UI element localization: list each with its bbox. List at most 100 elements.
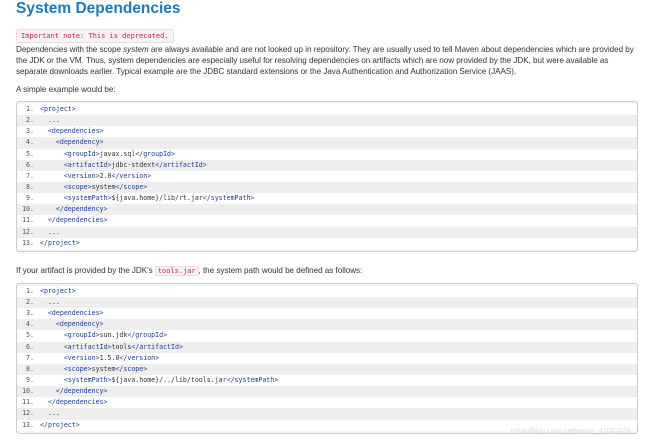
code-open-tag: <artifactId> [63,160,112,169]
description-paragraph: Dependencies with the scope system are a… [16,44,638,77]
line-number: 12. [22,409,34,418]
line-number: 1. [26,105,34,113]
code-line: 2. ... [17,115,637,127]
description-text-start: Dependencies with the scope [16,45,124,54]
code-close-tag: </systemPath> [202,194,255,203]
line-number: 5. [26,149,34,158]
code-close-tag: </scope> [115,182,148,191]
code-line: 11. </dependencies> [17,397,637,409]
code-open-tag: <project> [40,105,76,113]
code-open-tag: <groupId> [63,331,100,340]
example2-intro-end: , the system path would be defined as fo… [198,265,363,275]
example1-intro: A simple example would be: [16,85,116,94]
code-close-tag: </groupId> [127,331,168,340]
line-number: 6. [26,342,34,351]
code-line: 8. <scope>system</scope> [17,363,637,375]
code-open-tag: </project> [40,420,80,429]
code-line: 13. </project> [17,237,637,249]
code-text: 1.5.0 [99,353,120,362]
line-number: 2. [26,297,34,306]
line-number: 13. [22,420,34,429]
code-open-tag: </dependency> [55,205,108,214]
code-line: 12. ... [17,226,637,238]
code-line: 6. <artifactId>tools</artifactId> [17,341,637,353]
code-line: 1. <project> [17,285,637,297]
code-close-tag: </groupId> [135,149,175,158]
code-open-tag: <groupId> [63,149,100,158]
line-number: 6. [26,160,34,169]
code-line: 5. <groupId>javax.sql</groupId> [17,148,637,160]
line-number: 7. [26,171,34,180]
code-text: ... [47,116,60,125]
code-text: system [91,182,116,191]
code-line: 6. <artifactId>jdbc-stdext</artifactId> [17,159,637,171]
code-open-tag: </dependencies> [47,398,108,407]
tools-jar-inline-code: tools.jar [154,265,199,276]
code-open-tag: <version> [63,353,100,362]
code-open-tag: <dependency> [55,320,104,329]
deprecation-note-row: Important note: This is deprecated. [16,25,638,43]
code-line: 3. <dependencies> [17,308,637,320]
line-number: 5. [26,331,34,340]
code-lines-example2: 1. <project> 2. ... 3. <dependencies> 4. <de… [17,285,637,431]
code-open-tag: <scope> [63,364,92,373]
line-number: 8. [26,182,34,191]
code-line: 7. <version>2.0</version> [17,170,637,182]
code-line: 9. <systemPath>${java.home}/../lib/tools… [17,374,637,387]
line-number: 8. [26,364,34,373]
code-open-tag: <systemPath> [63,375,112,384]
line-number: 2. [26,116,34,125]
code-block-example2: 1. <project> 2. ... 3. <dependencies> 4. <de… [16,282,638,434]
line-number: 10. [22,205,34,214]
line-number: 1. [26,286,34,295]
watermark: https://blog.csdn.net/weixin_41063429 [510,428,630,435]
code-close-tag: </systemPath> [226,375,279,384]
code-open-tag: <version> [63,171,100,180]
code-close-tag: </artifactId> [131,342,183,351]
code-open-tag: </dependencies> [47,216,108,225]
line-number: 12. [22,227,34,236]
code-text: javax.sql [99,149,136,158]
code-text: ${java.home}/../lib/tools.jar [111,375,227,384]
line-number: 4. [26,320,34,329]
line-number: 4. [26,138,34,147]
code-line: 10. </dependency> [17,386,637,398]
example2-intro: If your artifact is provided by the JDK'… [16,265,638,277]
code-line: 5. <groupId>sun.jdk</groupId> [17,330,637,342]
example2-intro-start: If your artifact is provided by the JDK'… [16,265,155,275]
code-line: 8. <scope>system</scope> [17,181,637,194]
code-open-tag: <artifactId> [63,342,112,351]
code-text: tools [111,342,132,351]
code-line: 4. <dependency> [17,137,637,149]
line-number: 3. [26,127,34,136]
code-line: 4. <dependency> [17,319,637,331]
code-text: ... [47,227,60,236]
line-number: 13. [22,238,34,247]
code-close-tag: </artifactId> [155,160,207,169]
line-number: 9. [26,194,34,203]
description-emphasis: system [123,45,149,54]
code-block-example1: 1. <project> 2. ... 3. <dependencies> 4. <de… [16,101,638,252]
page-title: System Dependencies [16,0,181,17]
code-open-tag: </project> [40,238,80,247]
code-line: 11. </dependencies> [17,215,637,227]
